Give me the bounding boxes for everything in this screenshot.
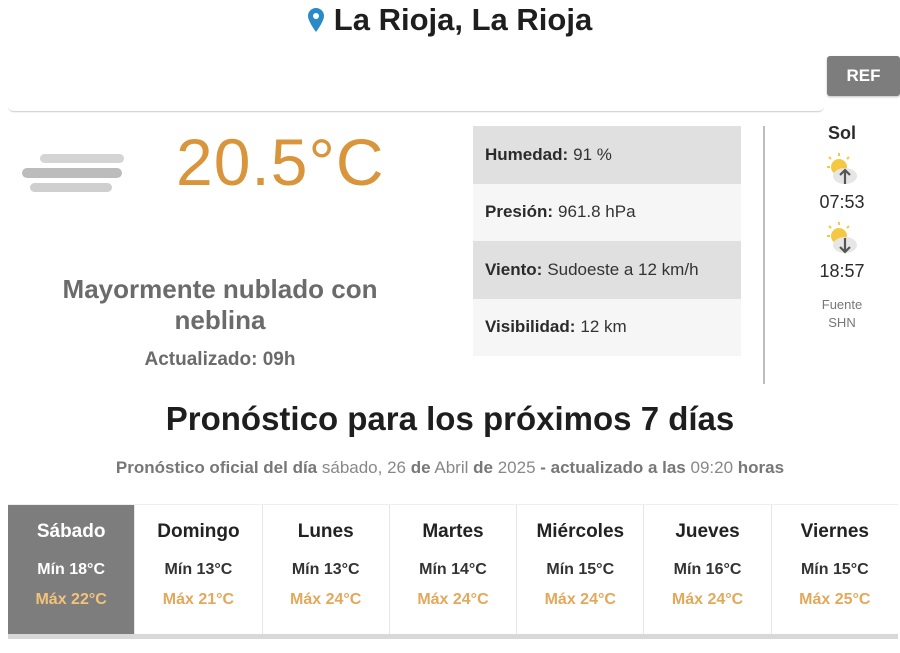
stat-label: Presión: xyxy=(485,202,554,222)
source-value: SHN xyxy=(828,315,856,330)
day-tab-viernes[interactable]: Viernes Mín 15°C Máx 25°C xyxy=(770,505,898,634)
forecast-days: Sábado Mín 18°C Máx 22°C Domingo Mín 13°… xyxy=(8,504,898,634)
day-name: Martes xyxy=(422,521,484,542)
day-name: Lunes xyxy=(297,521,354,542)
forecast-subtitle: Pronóstico oficial del día sábado, 26 de… xyxy=(0,458,900,478)
day-min: Mín 15°C xyxy=(546,561,615,578)
day-name: Jueves xyxy=(675,521,740,542)
day-min: Mín 16°C xyxy=(673,561,742,578)
stat-value: 91 % xyxy=(573,144,612,164)
map-pin-icon xyxy=(307,8,324,32)
day-name: Sábado xyxy=(36,521,106,542)
day-tab-martes[interactable]: Martes Mín 14°C Máx 24°C xyxy=(388,505,516,634)
stats-panel: Humedad: 91 % Presión: 961.8 hPa Viento:… xyxy=(473,126,741,356)
source-label: Fuente xyxy=(821,297,863,312)
day-max: Máx 24°C xyxy=(417,591,489,608)
day-min: Mín 15°C xyxy=(800,561,869,578)
stat-label: Viento: xyxy=(485,259,543,279)
stat-visibility: Visibilidad: 12 km xyxy=(473,298,741,356)
sub-time: 09:20 xyxy=(690,458,734,477)
stat-wind: Viento: Sudoeste a 12 km/h xyxy=(473,241,741,299)
sub-updated: - actualizado a las xyxy=(540,458,686,477)
day-max: Máx 24°C xyxy=(544,591,616,608)
sub-prefix: Pronóstico oficial del día xyxy=(115,458,318,477)
day-tab-jueves[interactable]: Jueves Mín 16°C Máx 24°C xyxy=(643,505,770,634)
day-max: Máx 24°C xyxy=(671,591,744,608)
sunset-icon xyxy=(827,222,857,254)
day-tab-sabado[interactable]: Sábado Mín 18°C Máx 22°C xyxy=(8,505,135,634)
stat-label: Humedad: xyxy=(485,144,569,164)
ref-button[interactable]: REF xyxy=(827,56,900,96)
stat-value: 961.8 hPa xyxy=(558,202,636,222)
sunset-time: 18:57 xyxy=(819,261,865,281)
days-underline xyxy=(8,634,898,639)
top-card xyxy=(8,60,824,112)
day-max: Máx 24°C xyxy=(290,591,362,608)
day-min: Mín 14°C xyxy=(419,561,487,578)
sun-title: Sol xyxy=(827,123,856,143)
stat-value: 12 km xyxy=(580,317,627,337)
updated-value: 09h xyxy=(262,349,296,370)
day-tab-domingo[interactable]: Domingo Mín 13°C Máx 21°C xyxy=(134,505,261,634)
sub-de: de xyxy=(473,458,493,477)
day-min: Mín 18°C xyxy=(37,561,106,578)
sub-hours: horas xyxy=(737,458,785,477)
day-min: Mín 13°C xyxy=(291,561,360,578)
updated-text: Actualizado: 09h xyxy=(40,349,400,371)
location-header: La Rioja, La Rioja xyxy=(0,0,900,40)
day-max: Máx 22°C xyxy=(35,591,107,608)
stat-value: Sudoeste a 12 km/h xyxy=(547,259,699,279)
sunrise-icon xyxy=(827,153,857,184)
current-condition: Mayormente nublado con neblina xyxy=(62,274,378,335)
sub-weekday: sábado, 26 xyxy=(321,458,406,477)
day-name: Miércoles xyxy=(536,521,625,542)
day-name: Domingo xyxy=(157,521,240,542)
source-text: Fuente SHN xyxy=(790,296,894,332)
day-tab-miercoles[interactable]: Miércoles Mín 15°C Máx 24°C xyxy=(516,505,643,634)
forecast-title: Pronóstico para los próximos 7 días xyxy=(165,400,735,437)
day-min: Mín 13°C xyxy=(164,561,233,578)
stat-label: Visibilidad: xyxy=(485,317,576,337)
stat-humidity: Humedad: 91 % xyxy=(473,126,741,184)
stat-pressure: Presión: 961.8 hPa xyxy=(473,183,741,241)
sub-month: Abril xyxy=(434,458,469,477)
sunrise-time: 07:53 xyxy=(819,192,865,212)
sub-de: de xyxy=(410,458,431,477)
fog-icon xyxy=(22,154,124,192)
updated-label: Actualizado: xyxy=(144,349,258,370)
day-name: Viernes xyxy=(800,521,869,542)
sub-year: 2025 xyxy=(497,458,536,477)
current-temperature: 20.5°C xyxy=(176,125,385,199)
day-max: Máx 21°C xyxy=(162,591,235,608)
day-max: Máx 25°C xyxy=(799,591,871,608)
divider xyxy=(763,126,765,384)
location-title: La Rioja, La Rioja xyxy=(333,2,593,37)
sun-panel: Sol 07:53 18:57 Fuente SHN xyxy=(790,120,894,332)
day-tab-lunes[interactable]: Lunes Mín 13°C Máx 24°C xyxy=(261,505,389,634)
